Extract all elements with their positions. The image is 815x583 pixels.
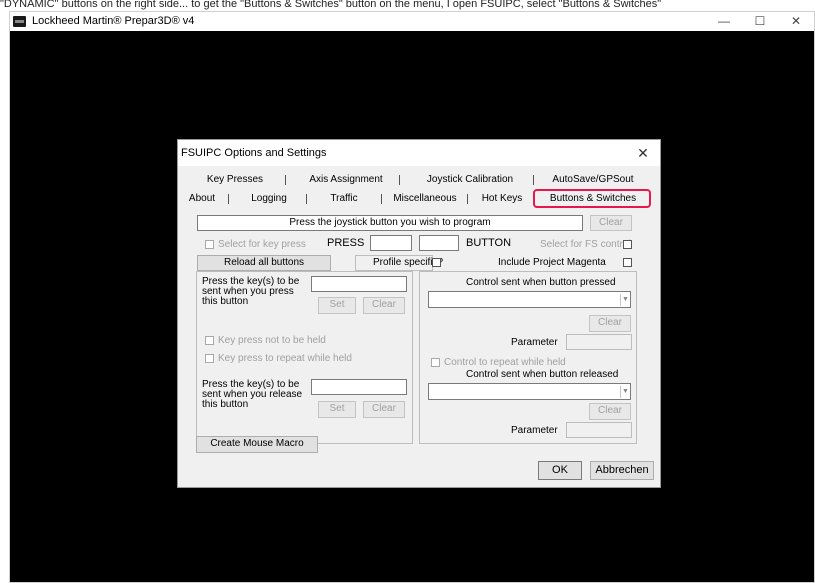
minimize-button[interactable]: — xyxy=(706,13,742,30)
parameter-label: Parameter xyxy=(511,337,558,348)
release-keys-field[interactable] xyxy=(311,379,407,395)
repeat-held-checkbox[interactable] xyxy=(205,354,214,363)
chevron-down-icon[interactable]: ▼ xyxy=(620,386,630,398)
press-keys-field[interactable] xyxy=(311,276,407,292)
select-fs-control-checkbox[interactable] xyxy=(623,240,632,249)
tab-separator xyxy=(467,194,468,204)
set-press-button[interactable]: Set xyxy=(318,297,356,314)
select-key-press-label: Select for key press xyxy=(218,239,306,250)
prompt-text: Press the joystick button you wish to pr… xyxy=(289,217,491,228)
tab-separator xyxy=(533,175,534,185)
ok-button[interactable]: OK xyxy=(538,461,582,480)
clear-control-released-button[interactable]: Clear xyxy=(589,403,631,420)
profile-specific-checkbox[interactable] xyxy=(432,258,441,267)
press-label: PRESS xyxy=(327,237,365,249)
app-titlebar[interactable]: Lockheed Martin® Prepar3D® v4 — ☐ ✕ xyxy=(10,12,814,31)
dialog-close-button[interactable]: ✕ xyxy=(630,144,656,162)
tab-axis-assignment[interactable]: Axis Assignment xyxy=(296,173,396,187)
reload-all-buttons-button[interactable]: Reload all buttons xyxy=(197,255,331,271)
tab-about[interactable]: About xyxy=(182,192,222,206)
button-field[interactable] xyxy=(419,235,459,251)
control-released-combo[interactable]: ▼ xyxy=(428,383,631,400)
press-keys-label: Press the key(s) to be sent when you pre… xyxy=(202,276,300,307)
control-pressed-title: Control sent when button pressed xyxy=(466,277,616,288)
chevron-down-icon[interactable]: ▼ xyxy=(620,294,630,306)
repeat-held-label: Key press to repeat while held xyxy=(218,353,352,364)
parameter-field[interactable] xyxy=(566,334,632,350)
control-repeat-held-checkbox[interactable] xyxy=(431,358,440,367)
parameter2-label: Parameter xyxy=(511,425,558,436)
tab-separator xyxy=(228,194,229,204)
joystick-button-prompt: Press the joystick button you wish to pr… xyxy=(197,215,583,231)
clear-button-top[interactable]: Clear xyxy=(590,215,632,231)
control-pressed-combo[interactable]: ▼ xyxy=(428,291,631,308)
not-held-label: Key press not to be held xyxy=(218,335,326,346)
press-field[interactable] xyxy=(370,235,412,251)
tab-joystick-calibration[interactable]: Joystick Calibration xyxy=(410,173,530,187)
tab-autosave-gpsout[interactable]: AutoSave/GPSout xyxy=(541,173,645,187)
select-key-press-checkbox[interactable] xyxy=(205,240,214,249)
release-keys-label: Press the key(s) to be sent when you rel… xyxy=(202,379,303,410)
set-release-button[interactable]: Set xyxy=(318,401,356,418)
select-fs-control-label: Select for FS control xyxy=(540,239,631,250)
parameter2-field[interactable] xyxy=(566,422,632,438)
tab-separator xyxy=(399,175,400,185)
control-released-title: Control sent when button released xyxy=(466,369,619,380)
tab-logging[interactable]: Logging xyxy=(234,192,304,206)
tab-separator xyxy=(285,175,286,185)
control-repeat-held-label: Control to repeat while held xyxy=(444,357,566,368)
tab-key-presses[interactable]: Key Presses xyxy=(190,173,280,187)
app-title: Lockheed Martin® Prepar3D® v4 xyxy=(32,15,195,27)
create-mouse-macro-button[interactable]: Create Mouse Macro xyxy=(196,436,318,453)
clear-control-pressed-button[interactable]: Clear xyxy=(589,315,631,332)
include-project-magenta-label: Include Project Magenta xyxy=(498,257,606,268)
tab-separator xyxy=(381,194,382,204)
cancel-button[interactable]: Abbrechen xyxy=(590,461,654,480)
clear-release-button[interactable]: Clear xyxy=(363,401,405,418)
tab-miscellaneous[interactable]: Miscellaneous xyxy=(385,192,465,206)
tab-traffic[interactable]: Traffic xyxy=(310,192,378,206)
page-header-band: "DYNAMIC" buttons on the right side... t… xyxy=(0,0,815,11)
clear-press-button[interactable]: Clear xyxy=(363,297,405,314)
button-label: BUTTON xyxy=(466,237,512,249)
not-held-checkbox[interactable] xyxy=(205,336,214,345)
tab-hot-keys[interactable]: Hot Keys xyxy=(472,192,532,206)
close-button[interactable]: ✕ xyxy=(778,13,814,30)
app-icon xyxy=(13,16,26,27)
page-header-text: "DYNAMIC" buttons on the right side... t… xyxy=(0,0,662,10)
dialog-titlebar[interactable]: FSUIPC Options and Settings ✕ xyxy=(178,140,660,166)
maximize-button[interactable]: ☐ xyxy=(742,13,778,30)
include-project-magenta-checkbox[interactable] xyxy=(623,258,632,267)
tab-separator xyxy=(306,194,307,204)
dialog-title: FSUIPC Options and Settings xyxy=(181,147,327,159)
active-tab-highlight xyxy=(533,189,651,208)
